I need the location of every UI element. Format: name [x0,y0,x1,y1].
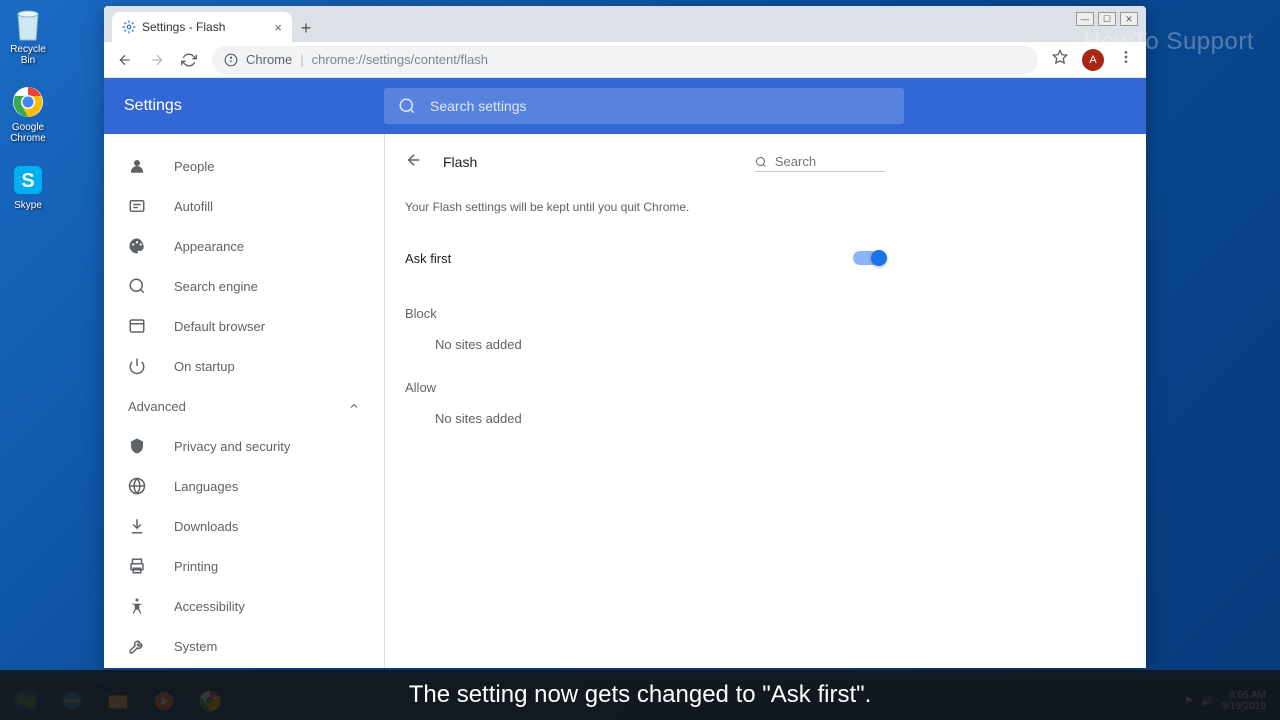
download-icon [128,517,146,535]
ask-first-toggle[interactable] [853,251,885,265]
person-icon [128,157,146,175]
allow-section-label: Allow [405,380,885,395]
sidebar-item-autofill[interactable]: Autofill [104,186,384,226]
panel-search[interactable] [755,152,885,172]
browser-window: — ☐ ✕ Settings - Flash × + Chrome | chro… [104,6,1146,668]
bookmark-star-icon[interactable] [1052,49,1068,70]
tab-title: Settings - Flash [142,20,225,34]
settings-search[interactable]: Search settings [384,88,904,124]
browser-toolbar: Chrome | chrome://settings/content/flash… [104,42,1146,78]
skype-icon: S [10,162,46,198]
panel-title: Flash [443,154,477,170]
url-path: chrome://settings/content/flash [312,52,488,67]
sidebar-item-privacy[interactable]: Privacy and security [104,426,384,466]
wrench-icon [128,637,146,655]
power-icon [128,357,146,375]
sidebar-item-appearance[interactable]: Appearance [104,226,384,266]
block-section-label: Block [405,306,885,321]
desktop-skype[interactable]: S Skype [6,162,50,211]
ask-first-label: Ask first [405,251,451,266]
address-bar[interactable]: Chrome | chrome://settings/content/flash [212,46,1038,74]
desktop-label: Google Chrome [6,122,50,144]
settings-header: Settings Search settings [104,78,1146,134]
url-host: Chrome [246,52,292,67]
settings-main-panel: Flash Your Flash settings will be kept u… [384,134,1146,668]
shield-icon [128,437,146,455]
browser-icon [128,317,146,335]
autofill-icon [128,197,146,215]
svg-text:S: S [21,170,34,192]
sidebar-section-advanced[interactable]: Advanced [104,386,384,426]
search-icon [128,277,146,295]
block-empty-text: No sites added [405,337,885,352]
tab-strip: Settings - Flash × + [104,6,1146,42]
sidebar-item-printing[interactable]: Printing [104,546,384,586]
browser-tab[interactable]: Settings - Flash × [112,12,292,42]
allow-empty-text: No sites added [405,411,885,426]
sidebar-item-accessibility[interactable]: Accessibility [104,586,384,626]
window-maximize-button[interactable]: ☐ [1098,12,1116,26]
desktop-label: Recycle Bin [6,44,50,66]
recycle-bin-icon [10,6,46,42]
gear-icon [122,20,136,34]
reload-button[interactable] [180,51,198,69]
panel-back-button[interactable] [405,151,423,174]
tab-close-icon[interactable]: × [274,20,282,35]
globe-icon [128,477,146,495]
settings-sidebar: People Autofill Appearance Search engine… [104,134,384,668]
chevron-up-icon [348,400,360,412]
chrome-icon [10,84,46,120]
sidebar-item-people[interactable]: People [104,146,384,186]
palette-icon [128,237,146,255]
accessibility-icon [128,597,146,615]
search-icon [755,155,767,169]
video-caption: The setting now gets changed to "Ask fir… [0,670,1280,720]
settings-title: Settings [124,97,384,115]
desktop-recycle-bin[interactable]: Recycle Bin [6,6,50,66]
window-minimize-button[interactable]: — [1076,12,1094,26]
sidebar-item-reset[interactable]: Reset and clean up [104,666,384,668]
flash-info-text: Your Flash settings will be kept until y… [405,200,885,214]
window-close-button[interactable]: ✕ [1120,12,1138,26]
sidebar-item-on-startup[interactable]: On startup [104,346,384,386]
desktop-label: Skype [14,200,42,211]
back-button[interactable] [116,51,134,69]
sidebar-item-search-engine[interactable]: Search engine [104,266,384,306]
watermark: HowTo Support [1083,28,1254,56]
panel-search-input[interactable] [775,154,885,169]
printer-icon [128,557,146,575]
forward-button[interactable] [148,51,166,69]
sidebar-item-default-browser[interactable]: Default browser [104,306,384,346]
search-icon [398,97,416,115]
info-icon [224,53,238,67]
new-tab-button[interactable]: + [292,14,320,42]
sidebar-item-system[interactable]: System [104,626,384,666]
desktop-chrome[interactable]: Google Chrome [6,84,50,144]
sidebar-item-languages[interactable]: Languages [104,466,384,506]
sidebar-item-downloads[interactable]: Downloads [104,506,384,546]
search-placeholder: Search settings [430,98,527,114]
